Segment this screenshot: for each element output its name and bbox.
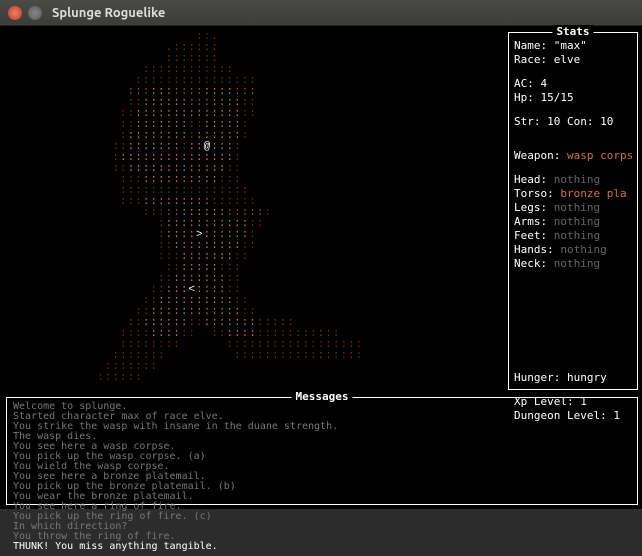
- messages-panel: Messages Welcome to splunge. Started cha…: [6, 397, 638, 505]
- head-value: nothing: [554, 173, 600, 186]
- close-icon[interactable]: [8, 6, 22, 20]
- feet-label: Feet:: [514, 229, 547, 242]
- str-value: 10: [547, 115, 560, 128]
- messages-log: Welcome to splunge. Started character ma…: [7, 398, 637, 556]
- hunger-label: Hunger:: [514, 371, 560, 384]
- race-label: Race:: [514, 53, 547, 66]
- con-value: 10: [600, 115, 613, 128]
- name-value: "max": [554, 39, 587, 52]
- neck-value: nothing: [554, 257, 600, 270]
- game-viewport[interactable]: ::. .:::::: ::::::: :::::::::::: :::::::…: [0, 26, 642, 509]
- window-titlebar: Splunge Roguelike: [0, 0, 642, 26]
- ac-label: AC:: [514, 77, 534, 90]
- legs-label: Legs:: [514, 201, 547, 214]
- str-label: Str:: [514, 115, 541, 128]
- stats-panel: Stats Name: "max" Race: elve AC: 4 Hp: 1…: [508, 32, 638, 390]
- feet-value: nothing: [554, 229, 600, 242]
- neck-label: Neck:: [514, 257, 547, 270]
- hunger-value: hungry: [567, 371, 607, 384]
- stats-panel-label: Stats: [552, 25, 593, 38]
- arms-value: nothing: [554, 215, 600, 228]
- map-ascii: ::. .:::::: ::::::: :::::::::::: :::::::…: [6, 32, 504, 384]
- race-value: elve: [554, 53, 581, 66]
- dungeon-map[interactable]: ::. .:::::: ::::::: :::::::::::: :::::::…: [6, 32, 504, 390]
- weapon-label: Weapon:: [514, 149, 560, 162]
- minimize-icon[interactable]: [28, 6, 42, 20]
- weapon-value: wasp corps: [567, 149, 633, 162]
- torso-label: Torso:: [514, 187, 554, 200]
- torso-value: bronze pla: [560, 187, 626, 200]
- name-label: Name:: [514, 39, 547, 52]
- con-label: Con:: [567, 115, 594, 128]
- hands-label: Hands:: [514, 243, 554, 256]
- hp-label: Hp:: [514, 91, 534, 104]
- ac-value: 4: [541, 77, 548, 90]
- window-title: Splunge Roguelike: [52, 6, 165, 20]
- hp-value: 15/15: [541, 91, 574, 104]
- legs-value: nothing: [554, 201, 600, 214]
- arms-label: Arms:: [514, 215, 547, 228]
- hands-value: nothing: [560, 243, 606, 256]
- head-label: Head:: [514, 173, 547, 186]
- messages-panel-label: Messages: [292, 390, 353, 403]
